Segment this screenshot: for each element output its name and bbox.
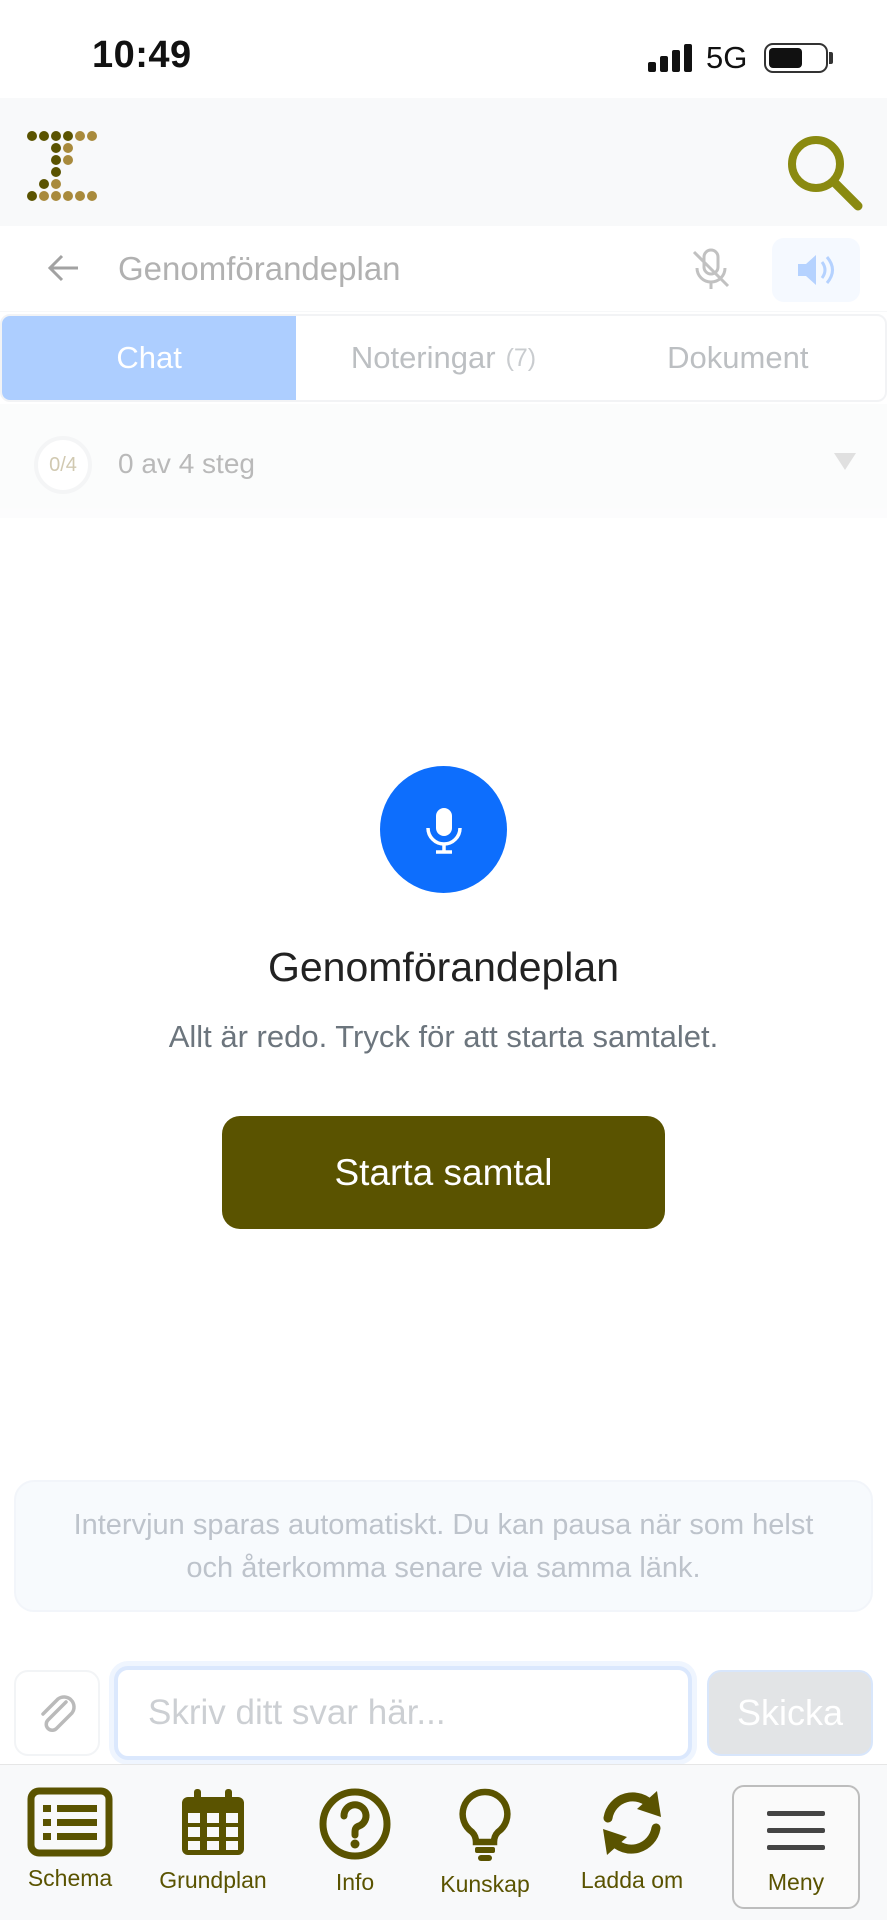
notice-line-1: Intervjun sparas automatiskt. Du kan pau… [73, 1509, 814, 1541]
microphone-icon [425, 807, 462, 854]
status-bar: 10:49 5G [0, 0, 887, 98]
send-button[interactable]: Skicka [707, 1670, 873, 1756]
battery-icon [764, 43, 828, 73]
calendar-icon [182, 1789, 244, 1855]
nav-grundplan[interactable]: Grundplan [143, 1787, 283, 1907]
tab-dokument-label: Dokument [667, 340, 809, 375]
start-subtitle: Allt är redo. Tryck för att starta samta… [168, 1019, 719, 1054]
nav-grundplan-label: Grundplan [159, 1867, 267, 1893]
attach-button[interactable] [14, 1670, 100, 1756]
steps-badge: 0/4 [34, 436, 92, 494]
tab-chat-label: Chat [116, 340, 182, 375]
start-call-button[interactable]: Starta samtal [222, 1116, 665, 1229]
back-arrow-icon[interactable] [44, 248, 84, 288]
tab-noteringar-label: Noteringar [350, 340, 496, 375]
nav-info[interactable]: Info [285, 1787, 425, 1907]
tab-noteringar-count: (7) [505, 343, 537, 372]
speaker-button[interactable] [772, 238, 860, 302]
nav-schema[interactable]: Schema [0, 1787, 140, 1907]
nav-schema-label: Schema [27, 1865, 113, 1891]
lightbulb-icon [459, 1788, 511, 1861]
answer-input[interactable] [114, 1666, 692, 1760]
battery-tip [829, 52, 833, 64]
search-icon[interactable] [782, 132, 864, 212]
nav-ladda-om-label: Ladda om [580, 1867, 684, 1893]
chat-header: Genomförandeplan [0, 226, 887, 312]
list-icon [27, 1787, 113, 1857]
notice-line-2: och återkomma senare via samma länk. [186, 1552, 701, 1584]
network-type: 5G [706, 40, 748, 75]
nav-kunskap-label: Kunskap [440, 1871, 530, 1897]
refresh-icon [603, 1791, 661, 1855]
tab-bar: Chat Noteringar (7) Dokument [0, 314, 887, 402]
nav-meny[interactable]: Meny [732, 1785, 860, 1909]
autosave-notice: Intervjun sparas automatiskt. Du kan pau… [14, 1480, 873, 1612]
signal-icon [648, 44, 692, 72]
steps-text: 0 av 4 steg [118, 448, 255, 479]
chat-title: Genomförandeplan [118, 250, 401, 287]
nav-ladda-om[interactable]: Ladda om [562, 1787, 702, 1907]
caret-down-icon[interactable] [832, 450, 858, 472]
question-icon [319, 1788, 391, 1860]
nav-kunskap[interactable]: Kunskap [415, 1787, 555, 1907]
nav-info-label: Info [335, 1869, 375, 1895]
mic-button[interactable] [380, 766, 507, 893]
nav-meny-label: Meny [767, 1869, 825, 1895]
tab-noteringar[interactable]: Noteringar (7) [296, 316, 590, 400]
start-title: Genomförandeplan [267, 944, 620, 990]
steps-progress[interactable]: 0/4 0 av 4 steg [0, 404, 887, 518]
bottom-nav: Schema Grundplan Info Kunskap Ladda om M… [0, 1764, 887, 1920]
status-time: 10:49 [92, 34, 192, 76]
speaker-icon [798, 255, 834, 285]
hamburger-icon [767, 1811, 825, 1850]
app-logo[interactable] [26, 130, 98, 202]
app-header [0, 98, 887, 226]
paperclip-icon [41, 1695, 76, 1732]
tab-dokument[interactable]: Dokument [591, 316, 885, 400]
tab-chat[interactable]: Chat [2, 316, 297, 400]
mic-off-icon[interactable] [688, 246, 734, 292]
